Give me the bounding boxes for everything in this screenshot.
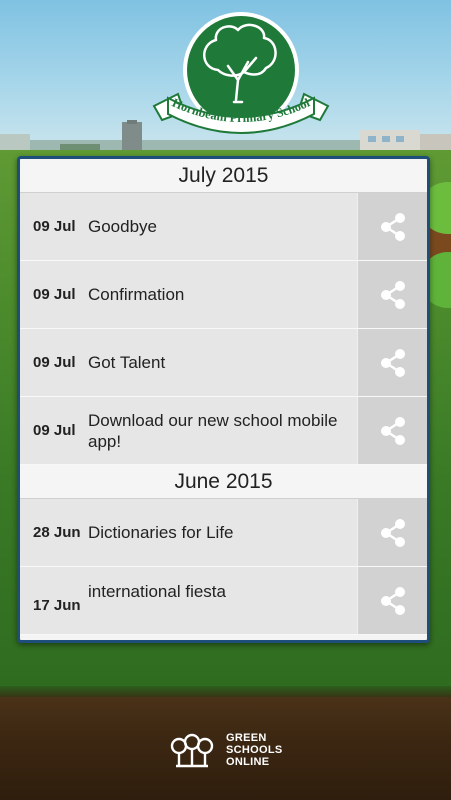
news-date: 17 Jun: [33, 597, 81, 614]
share-icon: [380, 348, 405, 377]
brand-line: SCHOOLS: [226, 744, 283, 756]
news-title: Goodbye: [88, 217, 157, 236]
news-date: 28 Jun: [33, 524, 81, 541]
share-icon: [380, 586, 405, 615]
news-list: July 2015 09 Jul Goodbye 09 Jul Confirma…: [17, 156, 430, 643]
share-button[interactable]: [357, 261, 427, 328]
news-date: 09 Jul: [33, 422, 76, 439]
news-title: international fiesta: [88, 582, 226, 601]
share-icon: [380, 280, 405, 309]
share-button[interactable]: [357, 499, 427, 566]
news-item-international-fiesta[interactable]: 17 Jun international fiesta: [20, 567, 427, 635]
news-item-download-app[interactable]: 09 Jul Download our new school mobile ap…: [20, 397, 427, 465]
share-button[interactable]: [357, 329, 427, 396]
green-schools-online-logo-icon: [170, 733, 214, 768]
news-item-goodbye[interactable]: 09 Jul Goodbye: [20, 193, 427, 261]
news-date: 09 Jul: [33, 354, 76, 371]
news-title: Got Talent: [88, 353, 166, 372]
news-title: Confirmation: [88, 285, 185, 304]
month-header-july: July 2015: [20, 159, 427, 193]
news-date: 09 Jul: [33, 286, 76, 303]
news-item-dictionaries[interactable]: 28 Jun Dictionaries for Life: [20, 499, 427, 567]
share-button[interactable]: [357, 567, 427, 634]
brand-line: GREEN: [226, 732, 267, 744]
share-icon: [380, 416, 405, 445]
news-item-got-talent[interactable]: 09 Jul Got Talent: [20, 329, 427, 397]
news-title: Dictionaries for Life: [88, 523, 234, 542]
share-icon: [380, 212, 405, 241]
month-header-june: June 2015: [20, 465, 427, 499]
brand-line: ONLINE: [226, 756, 270, 768]
news-title: Download our new school mobile app!: [88, 410, 338, 451]
share-button[interactable]: [357, 193, 427, 260]
share-icon: [380, 518, 405, 547]
news-date: 09 Jul: [33, 218, 76, 235]
news-item-confirmation[interactable]: 09 Jul Confirmation: [20, 261, 427, 329]
green-schools-online-brand[interactable]: GREEN SCHOOLS ONLINE: [168, 728, 308, 772]
school-logo: Hornbeam Primary School: [152, 12, 330, 134]
share-button[interactable]: [357, 397, 427, 464]
